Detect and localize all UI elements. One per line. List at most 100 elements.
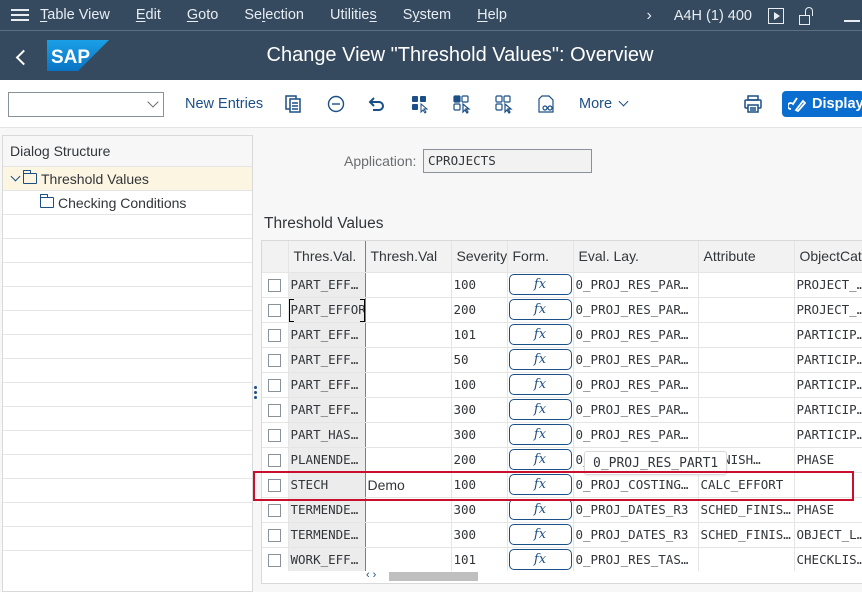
cell-thresh-val[interactable] xyxy=(365,497,452,523)
table-row[interactable]: PART_HAS… 300 fx 0_PROJ_RES_PAR… PARTICIP… xyxy=(262,422,862,448)
row-checkbox[interactable] xyxy=(268,429,281,442)
cell-attribute[interactable] xyxy=(698,422,795,448)
cell-eval-layout[interactable]: 0_PROJ_DATES_R3 xyxy=(573,497,699,523)
table-row[interactable]: PART_EFF… 50 fx 0_PROJ_RES_PAR… PARTICIP… xyxy=(262,347,862,373)
new-entries-button[interactable]: New Entries xyxy=(185,96,263,112)
cell-thres-val[interactable]: PART_EFF… xyxy=(288,347,366,373)
formula-button[interactable]: fx xyxy=(508,424,572,445)
formula-button[interactable]: fx xyxy=(508,399,572,420)
cell-severity[interactable]: 300 xyxy=(451,397,508,423)
table-row[interactable]: PART_EFFOR 200 fx 0_PROJ_RES_PAR… PROJECT_… xyxy=(262,297,862,323)
cell-eval-layout[interactable]: 0_PROJ_RES_PAR… xyxy=(573,272,699,298)
cell-severity[interactable]: 100 xyxy=(451,272,508,298)
cell-thresh-val[interactable] xyxy=(365,297,452,323)
row-select-cell[interactable] xyxy=(262,372,289,398)
cell-thres-val[interactable]: STECH xyxy=(288,472,366,498)
cell-object-cat[interactable]: CHECKLIS… xyxy=(794,547,862,573)
table-row[interactable]: PART_EFF… 300 fx 0_PROJ_RES_PAR… PARTICIP… xyxy=(262,397,862,423)
table-row[interactable]: PLANENDE…200fx0_PROJ_RES_PAR……FINISH…PHA… xyxy=(262,447,862,473)
formula-button[interactable]: fx xyxy=(508,299,572,320)
table-row[interactable]: STECH Demo 100 fx 0_PROJ_COSTING… CALC_EFFORT xyxy=(262,472,862,498)
menu-selection[interactable]: Selection xyxy=(244,7,304,23)
menu-help[interactable]: Help xyxy=(477,7,507,23)
more-button[interactable]: More xyxy=(579,96,629,112)
chevron-down-icon[interactable] xyxy=(10,171,21,182)
row-checkbox[interactable] xyxy=(268,504,281,517)
cell-severity[interactable]: 101 xyxy=(451,547,508,573)
table-row[interactable]: PART_EFF… 100 fx 0_PROJ_RES_PAR… PARTICIP… xyxy=(262,372,862,398)
cell-thres-val[interactable]: TERMENDE… xyxy=(288,522,366,548)
cell-severity[interactable]: 300 xyxy=(451,422,508,448)
menu-edit[interactable]: Edit xyxy=(136,7,161,23)
row-select-cell[interactable] xyxy=(262,522,289,548)
row-select-cell[interactable] xyxy=(262,347,289,373)
menu-utilities[interactable]: Utilities xyxy=(330,7,377,23)
cell-object-cat[interactable]: OBJECT_L… xyxy=(794,522,862,548)
column-header-attribute[interactable]: Attribute xyxy=(698,241,795,273)
cell-thres-val[interactable]: PART_HAS… xyxy=(288,422,366,448)
select-block-icon[interactable] xyxy=(452,94,472,114)
column-header-eval-layout[interactable]: Eval. Lay. xyxy=(573,241,699,273)
row-checkbox[interactable] xyxy=(268,529,281,542)
tree-item-threshold-values[interactable]: Threshold Values xyxy=(3,167,252,191)
splitter-handle[interactable] xyxy=(254,386,258,404)
cell-severity[interactable]: 100 xyxy=(451,372,508,398)
menu-goto[interactable]: Goto xyxy=(187,7,218,23)
cell-object-cat[interactable]: PARTICIP… xyxy=(794,397,862,423)
cell-severity[interactable]: 300 xyxy=(451,497,508,523)
column-header-thres-val[interactable]: Thres.Val. xyxy=(288,241,366,273)
formula-button[interactable]: fx xyxy=(508,499,572,520)
deselect-all-icon[interactable] xyxy=(494,94,514,114)
scrollbar-thumb[interactable] xyxy=(389,572,478,581)
row-select-cell[interactable] xyxy=(262,497,289,523)
row-checkbox[interactable] xyxy=(268,479,281,492)
menu-system[interactable]: System xyxy=(403,7,451,23)
column-header-formula[interactable]: Form. xyxy=(507,241,574,273)
cell-attribute[interactable]: SCHED_FINIS… xyxy=(698,522,795,548)
cell-thresh-val[interactable]: Demo xyxy=(365,472,452,498)
minimize-icon[interactable] xyxy=(844,19,860,22)
chevron-down-icon[interactable] xyxy=(147,96,159,108)
display-button[interactable]: Display xyxy=(782,91,862,117)
column-header-thresh-val[interactable]: Thresh.Val xyxy=(365,241,452,273)
row-checkbox[interactable] xyxy=(268,379,281,392)
undo-icon[interactable] xyxy=(367,94,387,114)
cell-thresh-val[interactable] xyxy=(365,422,452,448)
cell-attribute[interactable] xyxy=(698,372,795,398)
table-row[interactable]: TERMENDE… 300 fx 0_PROJ_DATES_R3 SCHED_FINIS… xyxy=(262,522,862,548)
row-select-cell[interactable] xyxy=(262,422,289,448)
cell-severity[interactable]: 200 xyxy=(451,297,508,323)
delete-icon[interactable] xyxy=(326,94,346,114)
cell-thres-val[interactable]: PART_EFF… xyxy=(288,397,366,423)
print-icon[interactable] xyxy=(743,94,763,114)
cell-eval-layout[interactable]: 0_PROJ_RES_PAR… xyxy=(573,322,699,348)
menu-table-view[interactable]: Table View xyxy=(40,7,110,23)
cell-thresh-val[interactable] xyxy=(365,272,452,298)
select-all-column[interactable] xyxy=(262,241,289,273)
row-select-cell[interactable] xyxy=(262,397,289,423)
row-select-cell[interactable] xyxy=(262,547,289,573)
row-checkbox[interactable] xyxy=(268,354,281,367)
cell-object-cat[interactable]: PARTICIP… xyxy=(794,422,862,448)
tree-item-checking-conditions[interactable]: Checking Conditions xyxy=(3,191,252,215)
formula-button[interactable]: fx xyxy=(508,274,572,295)
row-select-cell[interactable] xyxy=(262,472,289,498)
hamburger-menu-icon[interactable] xyxy=(0,14,40,16)
cell-severity[interactable]: 200 xyxy=(451,447,508,473)
column-header-severity[interactable]: Severity xyxy=(451,241,508,273)
cell-eval-layout[interactable]: 0_PROJ_RES_PAR… xyxy=(573,297,699,323)
row-select-cell[interactable] xyxy=(262,322,289,348)
formula-button[interactable]: fx xyxy=(508,324,572,345)
cell-eval-layout[interactable]: 0_PROJ_RES_PAR… xyxy=(573,372,699,398)
cell-attribute[interactable] xyxy=(698,272,795,298)
cell-thres-val[interactable]: WORK_EFF… xyxy=(288,547,366,573)
cell-object-cat[interactable]: PROJECT_… xyxy=(794,297,862,323)
cell-attribute[interactable]: SCHED_FINIS… xyxy=(698,497,795,523)
cell-object-cat[interactable]: PROJECT_… xyxy=(794,272,862,298)
cell-attribute[interactable] xyxy=(698,347,795,373)
cell-thresh-val[interactable] xyxy=(365,397,452,423)
cell-eval-layout[interactable]: 0_PROJ_RES_TAS… xyxy=(573,547,699,573)
cell-thres-val[interactable]: PART_EFF… xyxy=(288,372,366,398)
formula-button[interactable]: fx xyxy=(508,549,572,570)
cell-thres-val[interactable]: PLANENDE… xyxy=(288,447,366,473)
